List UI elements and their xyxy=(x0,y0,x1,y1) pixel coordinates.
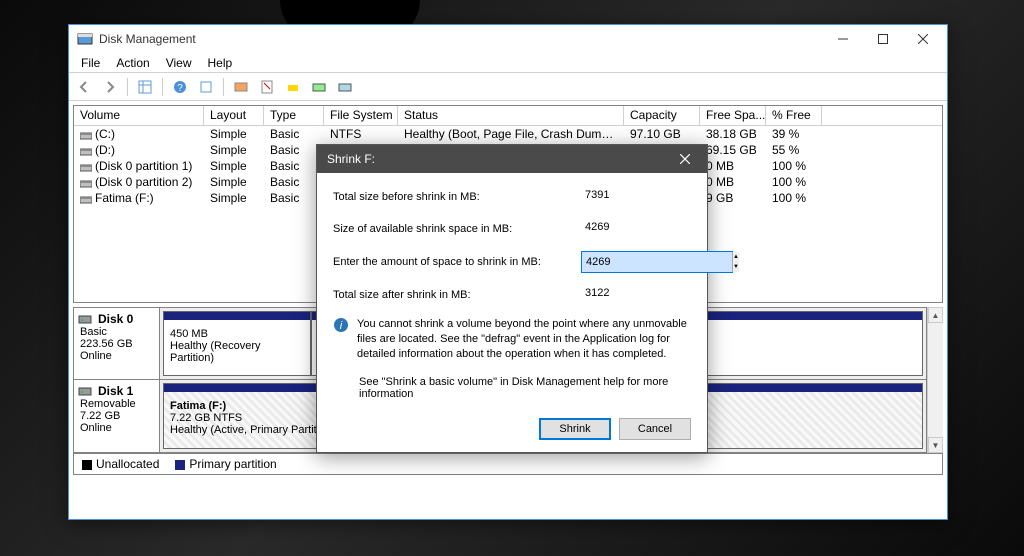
legend-primary: Primary partition xyxy=(189,457,276,471)
col-pfree[interactable]: % Free xyxy=(766,106,822,125)
col-capacity[interactable]: Capacity xyxy=(624,106,700,125)
tool-icon-1[interactable] xyxy=(230,76,252,98)
disk-icon xyxy=(78,384,92,398)
volume-icon xyxy=(80,178,92,188)
avail-value: 4269 xyxy=(581,219,691,239)
table-row[interactable]: (C:)SimpleBasicNTFSHealthy (Boot, Page F… xyxy=(74,126,942,142)
volume-icon xyxy=(80,162,92,172)
volume-icon xyxy=(80,130,92,140)
col-status[interactable]: Status xyxy=(398,106,624,125)
col-fs[interactable]: File System xyxy=(324,106,398,125)
col-volume[interactable]: Volume xyxy=(74,106,204,125)
unallocated-color-icon xyxy=(82,460,92,470)
legend-unallocated: Unallocated xyxy=(96,457,159,471)
menubar: File Action View Help xyxy=(69,53,947,73)
primary-color-icon xyxy=(175,460,185,470)
maximize-button[interactable] xyxy=(863,27,903,51)
minimize-button[interactable] xyxy=(823,27,863,51)
amount-label: Enter the amount of space to shrink in M… xyxy=(333,256,581,268)
dialog-titlebar: Shrink F: xyxy=(317,145,707,173)
table-header: Volume Layout Type File System Status Ca… xyxy=(74,106,942,126)
back-button[interactable] xyxy=(73,76,95,98)
legend: Unallocated Primary partition xyxy=(73,453,943,475)
partition[interactable]: 450 MBHealthy (Recovery Partition) xyxy=(163,311,311,376)
tool-icon-5[interactable] xyxy=(334,76,356,98)
disk-info[interactable]: Disk 1Removable7.22 GBOnline xyxy=(74,380,160,452)
toolbar: ? xyxy=(69,73,947,101)
shrink-button[interactable]: Shrink xyxy=(539,418,611,440)
scrollbar: ▲ ▼ xyxy=(927,307,943,453)
tool-icon-4[interactable] xyxy=(308,76,330,98)
total-before-value: 7391 xyxy=(581,187,691,207)
menu-file[interactable]: File xyxy=(73,54,108,72)
info-icon: i xyxy=(333,317,349,333)
menu-action[interactable]: Action xyxy=(108,54,157,72)
after-label: Total size after shrink in MB: xyxy=(333,289,581,301)
menu-help[interactable]: Help xyxy=(200,54,241,72)
help-icon[interactable]: ? xyxy=(169,76,191,98)
col-layout[interactable]: Layout xyxy=(204,106,264,125)
disk-info[interactable]: Disk 0Basic223.56 GBOnline xyxy=(74,308,160,379)
info-text: You cannot shrink a volume beyond the po… xyxy=(357,317,691,362)
tool-icon-3[interactable] xyxy=(282,76,304,98)
forward-button[interactable] xyxy=(99,76,121,98)
spin-up-button[interactable]: ▲ xyxy=(733,252,739,262)
scroll-down-button[interactable]: ▼ xyxy=(928,437,943,453)
refresh-icon[interactable] xyxy=(195,76,217,98)
window-title: Disk Management xyxy=(99,32,823,46)
cancel-button[interactable]: Cancel xyxy=(619,418,691,440)
spin-down-button[interactable]: ▼ xyxy=(733,262,739,272)
help-text: See "Shrink a basic volume" in Disk Mana… xyxy=(359,376,691,400)
scroll-up-button[interactable]: ▲ xyxy=(928,307,943,323)
disk-icon xyxy=(78,312,92,326)
volume-icon xyxy=(80,194,92,204)
view-icon[interactable] xyxy=(134,76,156,98)
titlebar: Disk Management xyxy=(69,25,947,53)
dialog-title: Shrink F: xyxy=(327,152,667,166)
app-icon xyxy=(77,31,93,47)
col-free[interactable]: Free Spa... xyxy=(700,106,766,125)
shrink-dialog: Shrink F: Total size before shrink in MB… xyxy=(316,144,708,453)
volume-icon xyxy=(80,146,92,156)
close-button[interactable] xyxy=(903,27,943,51)
menu-view[interactable]: View xyxy=(158,54,200,72)
avail-label: Size of available shrink space in MB: xyxy=(333,223,581,235)
svg-text:?: ? xyxy=(177,83,183,94)
tool-icon-2[interactable] xyxy=(256,76,278,98)
col-type[interactable]: Type xyxy=(264,106,324,125)
dialog-close-button[interactable] xyxy=(667,147,703,171)
after-value: 3122 xyxy=(581,285,691,305)
total-before-label: Total size before shrink in MB: xyxy=(333,191,581,203)
shrink-amount-input[interactable] xyxy=(582,252,732,272)
